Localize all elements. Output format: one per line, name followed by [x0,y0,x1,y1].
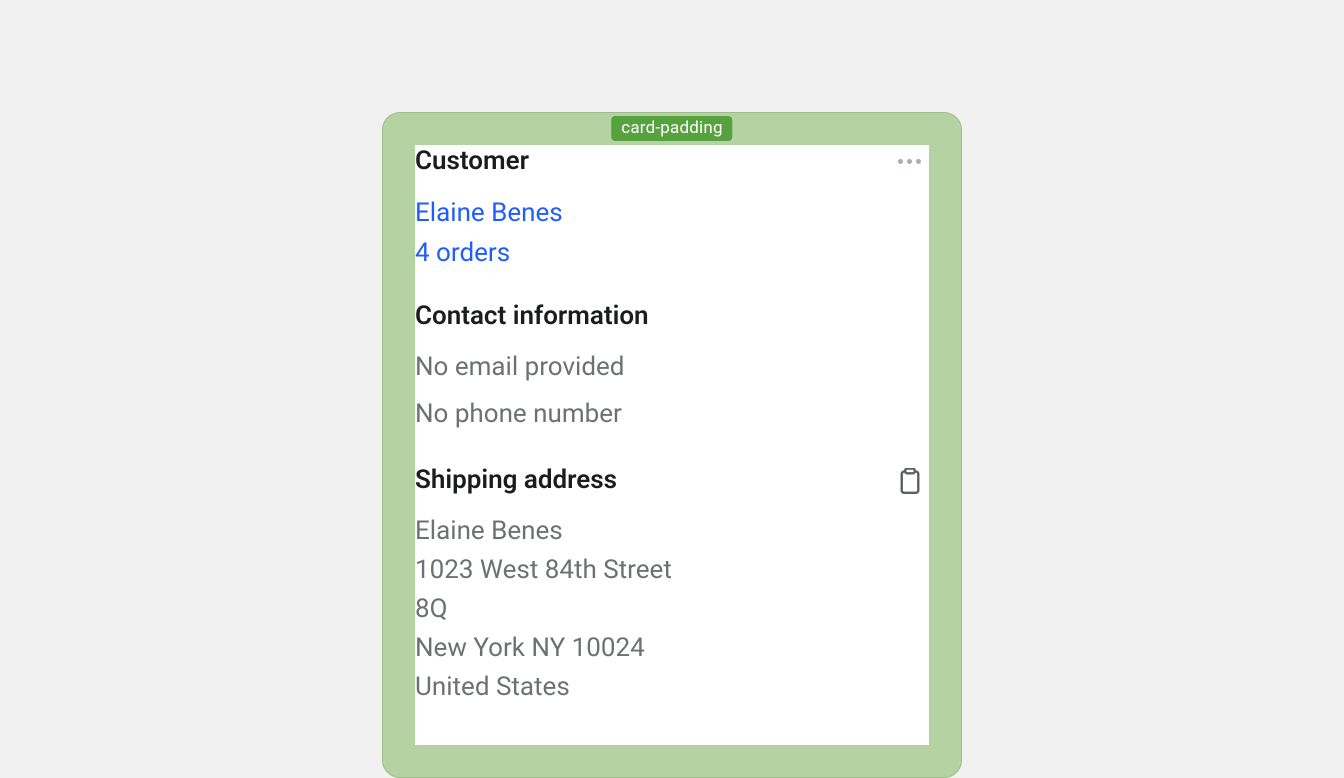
clipboard-icon[interactable] [897,467,923,495]
more-actions-icon[interactable] [894,155,925,168]
padding-token-badge: card-padding [611,116,732,141]
shipping-line: Elaine Benes [415,512,929,551]
shipping-line: 1023 West 84th Street [415,551,929,590]
customer-orders-link[interactable]: 4 orders [415,237,510,271]
customer-name-link[interactable]: Elaine Benes [415,197,563,231]
shipping-line: 8Q [415,590,929,629]
card-padding-demo: card-padding Customer Elaine Benes 4 ord… [382,112,962,778]
customer-card: Customer Elaine Benes 4 orders Contact i… [415,145,929,745]
shipping-line: United States [415,668,929,707]
contact-heading: Contact information [415,300,929,334]
shipping-line: New York NY 10024 [415,629,929,668]
customer-heading: Customer [415,145,529,179]
contact-section: Contact information No email provided No… [415,300,929,434]
contact-email: No email provided [415,348,929,387]
contact-phone: No phone number [415,395,929,434]
shipping-heading: Shipping address [415,464,617,498]
customer-section: Customer Elaine Benes 4 orders [415,145,929,270]
shipping-section: Shipping address Elaine Benes 1023 West … [415,464,929,707]
shipping-address: Elaine Benes 1023 West 84th Street 8Q Ne… [415,512,929,707]
